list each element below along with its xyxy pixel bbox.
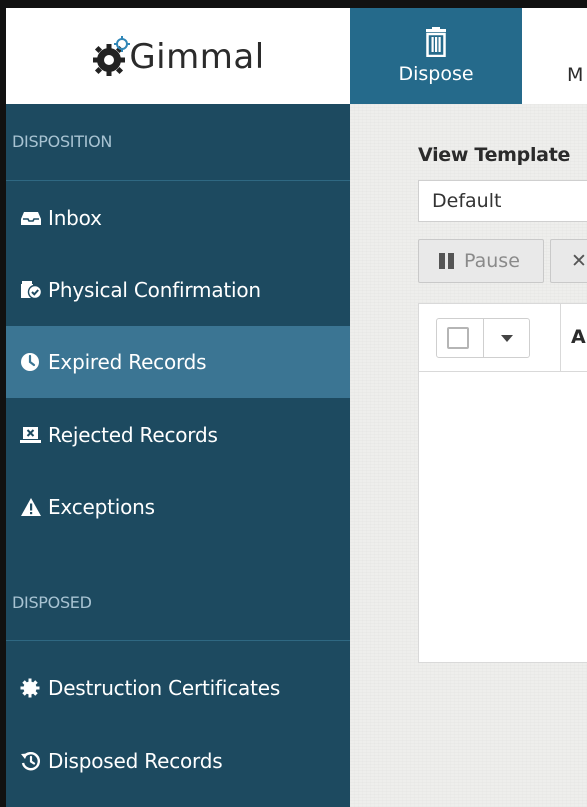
gears-icon [93, 36, 131, 76]
select-all-checkbox[interactable] [447, 327, 469, 349]
sidebar-item-label: Destruction Certificates [48, 676, 281, 700]
logo-area[interactable]: Gimmal [6, 8, 350, 104]
sidebar-item-label: Expired Records [48, 350, 207, 374]
gimmal-logo: Gimmal [91, 35, 264, 77]
certificate-icon [20, 678, 40, 698]
sidebar-item-label: Physical Confirmation [48, 278, 261, 302]
nav-next[interactable]: M [522, 8, 587, 104]
sidebar-item-label: Rejected Records [48, 423, 218, 447]
pause-button[interactable]: Pause [418, 239, 544, 283]
close-icon: ✕ [571, 250, 587, 272]
divider [6, 640, 350, 641]
caret-down-icon[interactable] [501, 335, 513, 342]
sidebar-item-destruction-certificates[interactable]: Destruction Certificates [6, 652, 350, 724]
app-window: Gimmal Dispose M DISPOSITION Inbox Physi… [0, 0, 587, 807]
trash-icon [426, 27, 446, 57]
warning-icon [21, 498, 41, 516]
cancel-button[interactable]: ✕ [550, 239, 587, 283]
column-header[interactable]: A [571, 326, 586, 348]
rejected-box-icon [20, 427, 41, 443]
main-content: View Template Default Pause ✕ A [350, 104, 587, 807]
sidebar-item-inbox[interactable]: Inbox [6, 182, 350, 254]
view-template-select[interactable]: Default [418, 180, 587, 222]
nav-dispose-label: Dispose [398, 63, 474, 85]
sidebar-item-exceptions[interactable]: Exceptions [6, 471, 350, 543]
select-all-dropdown[interactable] [436, 318, 530, 358]
clock-icon [21, 353, 39, 371]
section-title-disposed: DISPOSED [12, 593, 92, 612]
divider [6, 180, 350, 181]
sidebar-item-disposed-records[interactable]: Disposed Records [6, 725, 350, 797]
sidebar-item-rejected-records[interactable]: Rejected Records [6, 399, 350, 471]
nav-dispose[interactable]: Dispose [350, 8, 522, 104]
sidebar-item-label: Inbox [48, 206, 102, 230]
divider [483, 319, 484, 357]
pause-icon [439, 253, 454, 269]
sidebar-item-physical-confirmation[interactable]: Physical Confirmation [6, 254, 350, 326]
column-separator [560, 304, 561, 372]
section-title-disposition: DISPOSITION [12, 132, 113, 151]
sidebar-item-label: Exceptions [48, 495, 155, 519]
grid-header: A [419, 304, 587, 372]
top-bar: Gimmal Dispose M [6, 8, 587, 104]
records-grid: A [418, 303, 587, 663]
history-icon [21, 752, 40, 771]
sidebar-item-label: Disposed Records [48, 749, 223, 773]
logo-text: Gimmal [129, 37, 265, 77]
nav-next-label: M [567, 64, 584, 86]
sidebar-item-expired-records[interactable]: Expired Records [6, 326, 350, 398]
inbox-icon [21, 212, 41, 225]
pause-button-label: Pause [464, 250, 520, 272]
sidebar: DISPOSITION Inbox Physical Confirmation [6, 104, 350, 807]
box-check-icon [21, 281, 42, 300]
view-template-label: View Template [418, 144, 571, 166]
